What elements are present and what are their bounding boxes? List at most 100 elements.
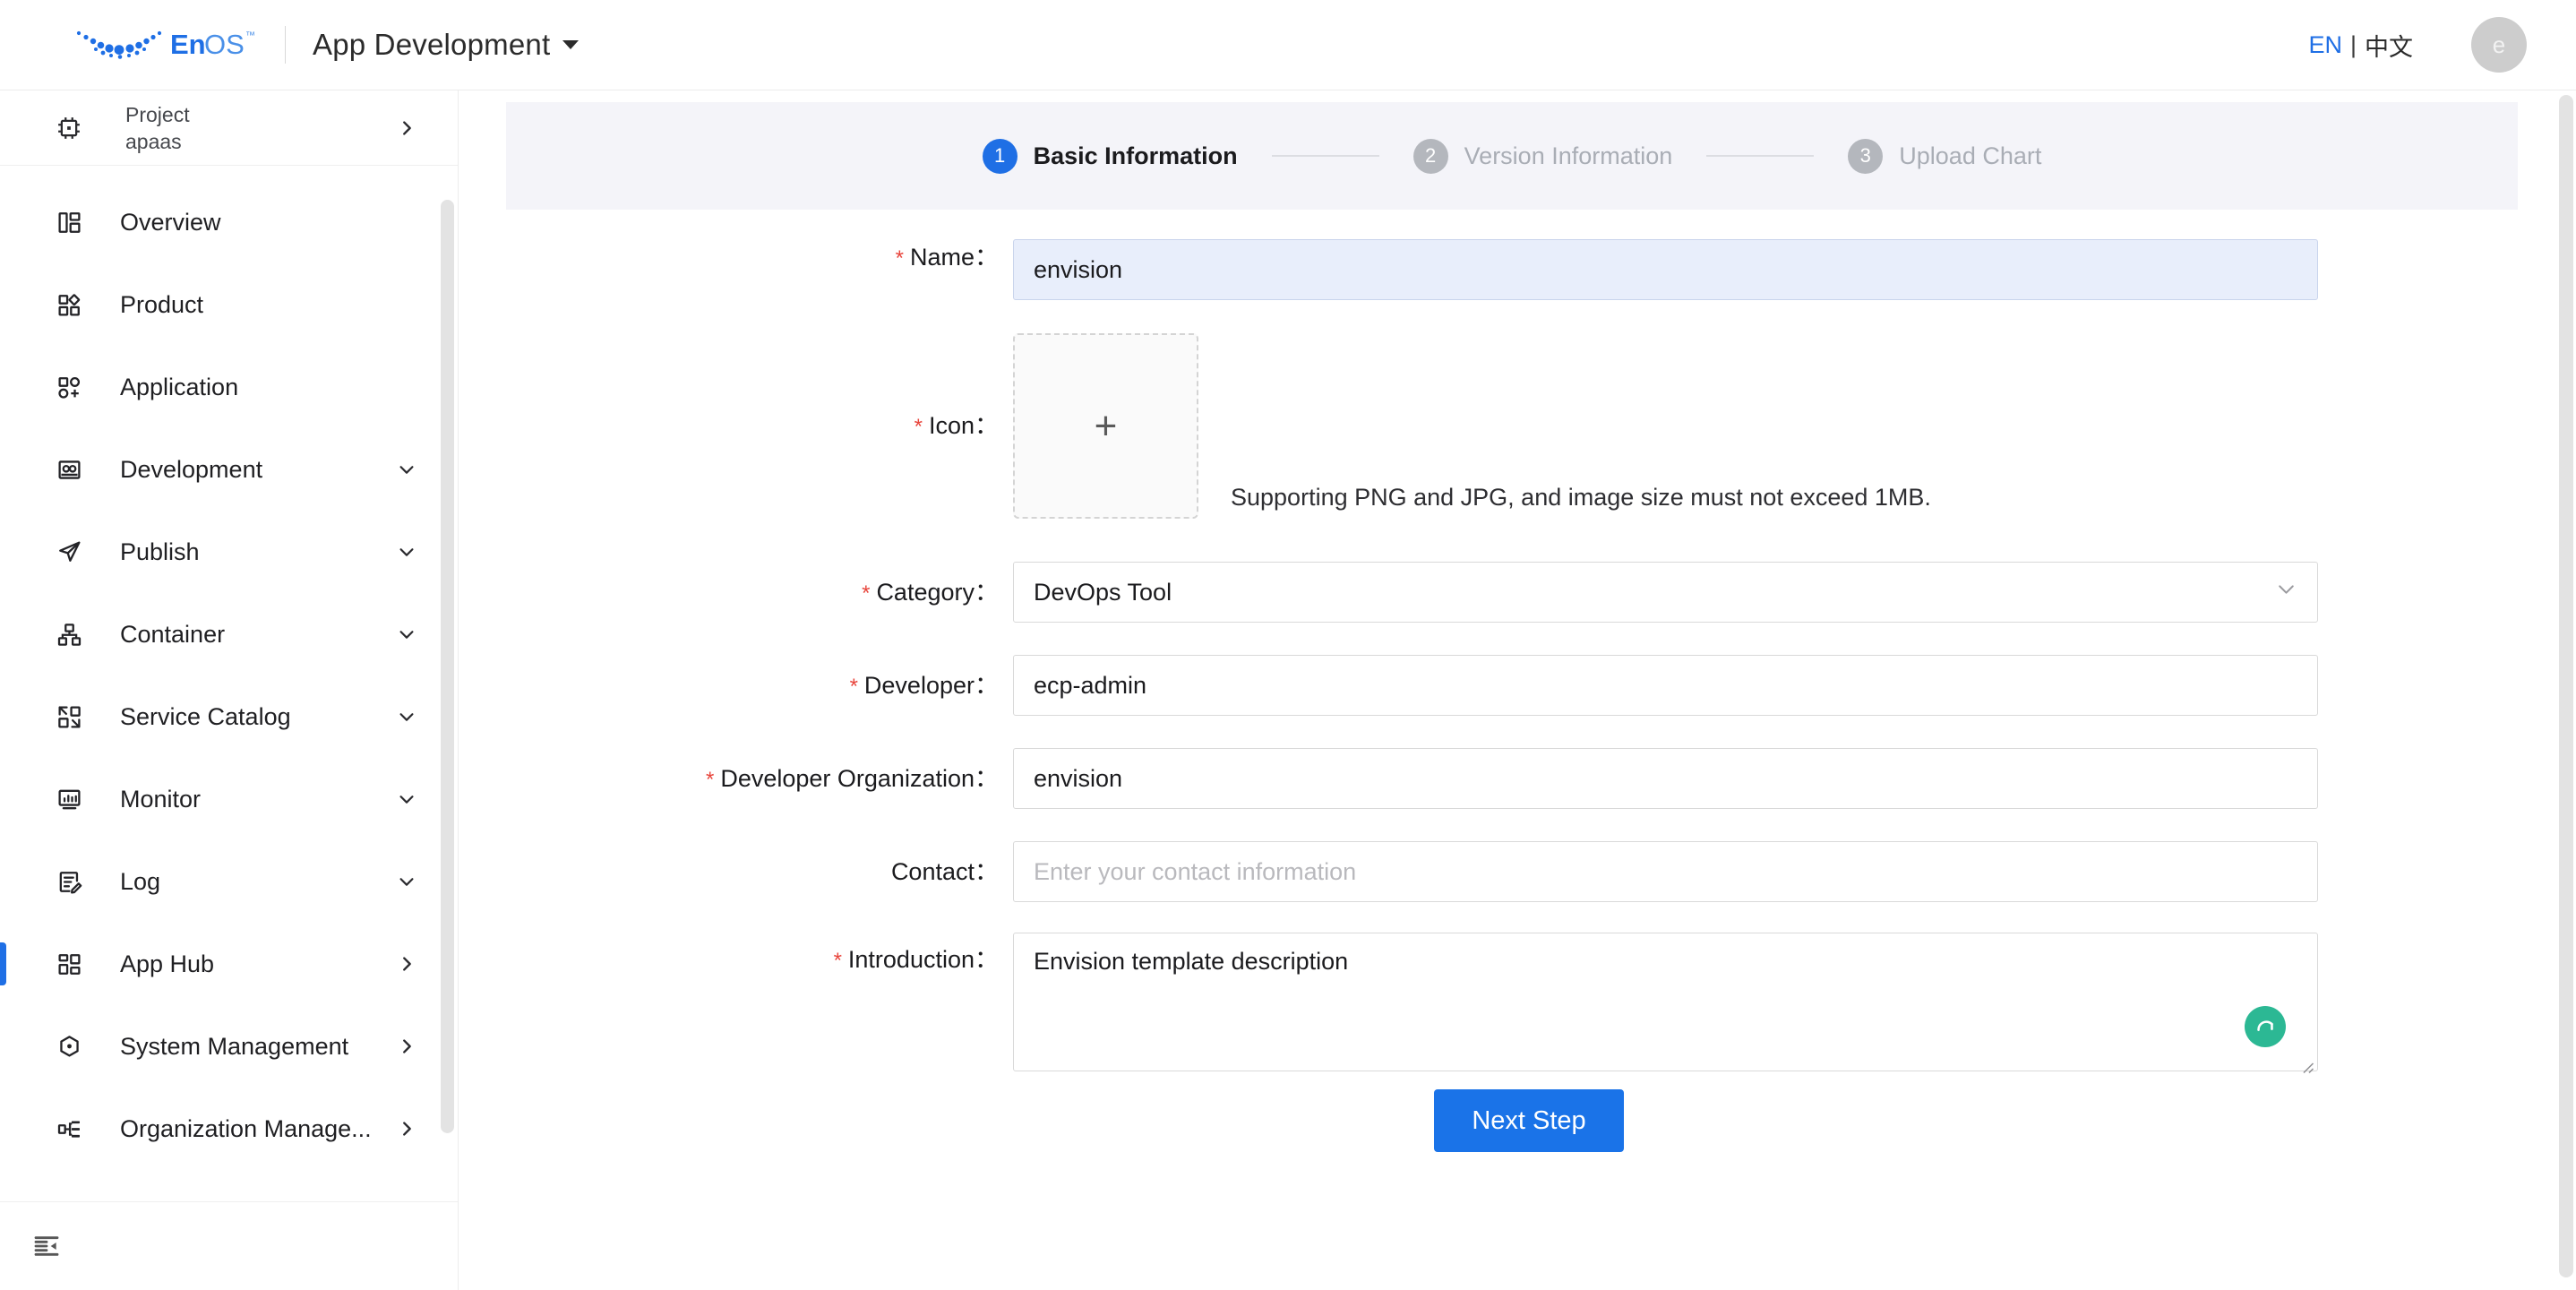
form-row-contact: Contact： Enter your contact information (459, 841, 2576, 902)
step-number: 2 (1413, 139, 1448, 174)
required-marker: * (850, 675, 858, 699)
sidebar-item-monitor[interactable]: Monitor (0, 758, 458, 840)
chevron-down-icon[interactable] (395, 787, 418, 811)
chip-icon (54, 113, 84, 143)
send-icon (54, 537, 84, 567)
brand-divider (285, 26, 286, 64)
sidebar-item-label: Organization Manage... (120, 1115, 395, 1143)
grammar-spinner-icon[interactable] (2245, 1006, 2286, 1047)
chevron-right-icon[interactable] (395, 116, 418, 140)
project-label: Project (125, 101, 395, 128)
page-scrollbar-thumb[interactable] (2559, 95, 2573, 1277)
menu-fold-icon[interactable] (32, 1231, 63, 1261)
language-switcher[interactable]: EN | 中文 (2308, 28, 2413, 63)
chevron-down-icon[interactable] (395, 458, 418, 481)
icon-label-text: Icon： (929, 412, 999, 439)
sidebar-item-app-hub[interactable]: App Hub (0, 923, 458, 1005)
required-marker: * (896, 246, 904, 271)
chevron-down-icon[interactable] (395, 540, 418, 563)
form-row-introduction: *Introduction： Envision template descrip… (459, 933, 2576, 1071)
log-icon (54, 866, 84, 897)
chevron-down-icon[interactable] (395, 705, 418, 728)
chevron-down-icon[interactable] (395, 623, 418, 646)
contact-label: Contact： (459, 841, 1013, 902)
sidebar-item-service-catalog[interactable]: Service Catalog (0, 675, 458, 758)
developer-organization-input[interactable]: envision (1013, 748, 2318, 809)
step-number: 1 (983, 139, 1018, 174)
icon-field-control: + Supporting PNG and JPG, and image size… (1013, 333, 2576, 519)
step-label: Upload Chart (1899, 142, 2041, 170)
sidebar-item-container[interactable]: Container (0, 593, 458, 675)
product-icon (54, 289, 84, 320)
sidebar-item-application[interactable]: Application (0, 346, 458, 428)
required-marker: * (706, 768, 714, 792)
introduction-value: Envision template description (1034, 948, 1348, 975)
sidebar-item-label: Service Catalog (120, 703, 395, 731)
sidebar-item-organization-management[interactable]: Organization Manage... (0, 1088, 458, 1170)
avatar[interactable]: e (2471, 17, 2527, 73)
basic-information-form: *Name： envision *Icon： + Supporting PNG … (459, 210, 2576, 1152)
resize-grip-icon[interactable] (2298, 1053, 2314, 1069)
monitor-icon (54, 784, 84, 814)
icon-upload-dropzone[interactable]: + (1013, 333, 1198, 519)
sidebar-item-log[interactable]: Log (0, 840, 458, 923)
form-actions: Next Step (459, 1089, 2576, 1152)
name-field-control: envision (1013, 239, 2576, 300)
chevron-right-icon[interactable] (395, 952, 418, 976)
required-marker: * (914, 415, 923, 439)
language-en-option[interactable]: EN (2308, 31, 2342, 59)
chevron-down-icon[interactable] (395, 870, 418, 893)
step-upload-chart[interactable]: 3 Upload Chart (1848, 139, 2041, 174)
step-connector-line (1272, 155, 1379, 157)
sidebar-project-selector[interactable]: Project apaas (0, 90, 458, 166)
svg-text:OS: OS (204, 29, 245, 60)
org-icon (54, 1114, 84, 1144)
step-label: Version Information (1464, 142, 1673, 170)
sidebar-item-label: App Hub (120, 950, 395, 978)
contact-input[interactable]: Enter your contact information (1013, 841, 2318, 902)
sidebar-scrollbar-thumb[interactable] (441, 200, 454, 1133)
no-chevron (395, 293, 418, 316)
brand-area[interactable]: En OS ™ App Development (70, 23, 579, 66)
sidebar-item-publish[interactable]: Publish (0, 511, 458, 593)
language-separator: | (2350, 31, 2357, 59)
catalog-icon (54, 701, 84, 732)
top-header-bar: En OS ™ App Development EN | 中文 e (0, 0, 2576, 90)
apphub-icon (54, 949, 84, 979)
sidebar-item-overview[interactable]: Overview (0, 181, 458, 263)
developer-organization-label-text: Developer Organization： (720, 765, 999, 792)
no-chevron (395, 211, 418, 234)
introduction-field-control: Envision template description (1013, 933, 2576, 1071)
sidebar-item-label: Overview (120, 209, 395, 236)
development-icon (54, 454, 84, 485)
chevron-right-icon[interactable] (395, 1117, 418, 1140)
sidebar-item-development[interactable]: Development (0, 428, 458, 511)
chevron-down-icon[interactable] (2275, 563, 2297, 622)
sidebar-item-label: System Management (120, 1033, 395, 1061)
sidebar-footer (0, 1202, 458, 1290)
sidebar-item-label: Monitor (120, 786, 395, 813)
sidebar-item-label: Container (120, 621, 395, 649)
language-zh-option[interactable]: 中文 (2365, 28, 2413, 63)
form-row-developer: *Developer： ecp-admin (459, 655, 2576, 718)
dashboard-icon (54, 207, 84, 237)
developer-input[interactable]: ecp-admin (1013, 655, 2318, 716)
name-input[interactable]: envision (1013, 239, 2318, 300)
sidebar: Project apaas Overview (0, 90, 459, 1290)
step-indicator: 1 Basic Information 2 Version Informatio… (506, 102, 2518, 210)
category-select[interactable]: DevOps Tool (1013, 562, 2318, 623)
contact-label-text: Contact： (891, 858, 999, 885)
step-version-information[interactable]: 2 Version Information (1413, 139, 1673, 174)
sidebar-item-product[interactable]: Product (0, 263, 458, 346)
active-indicator (0, 942, 6, 985)
introduction-textarea[interactable]: Envision template description (1013, 933, 2318, 1071)
enos-logo-icon[interactable]: En OS ™ (70, 23, 258, 66)
app-title-label: App Development (313, 28, 550, 62)
chevron-right-icon[interactable] (395, 1035, 418, 1058)
next-step-button[interactable]: Next Step (1434, 1089, 1623, 1152)
chevron-down-icon[interactable] (562, 40, 579, 49)
sidebar-item-label: Publish (120, 538, 395, 566)
sidebar-item-system-management[interactable]: System Management (0, 1005, 458, 1088)
step-basic-information[interactable]: 1 Basic Information (983, 139, 1238, 174)
category-label: *Category： (459, 562, 1013, 624)
